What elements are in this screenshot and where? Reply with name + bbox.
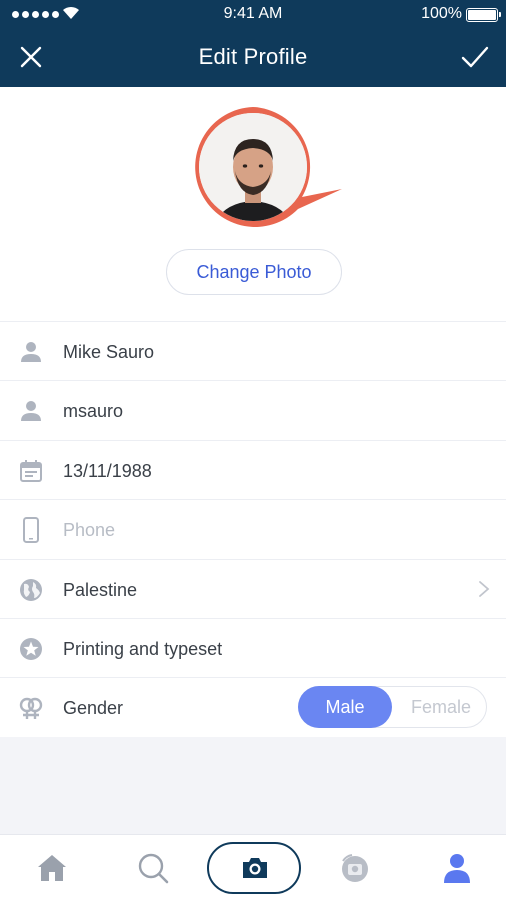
interest-value: Printing and typeset xyxy=(63,638,223,659)
camera-tab[interactable] xyxy=(207,842,301,894)
change-photo-button[interactable]: Change Photo xyxy=(166,249,342,295)
gender-field: Gender Male Female xyxy=(0,677,506,736)
gender-icon xyxy=(19,698,43,720)
search-icon[interactable] xyxy=(136,851,170,885)
camera-rotate-icon[interactable] xyxy=(338,851,372,885)
header: 9:41 AM 100% Edit Profile xyxy=(0,0,506,87)
page-title: Edit Profile xyxy=(198,44,308,69)
globe-icon xyxy=(20,578,42,601)
gender-toggle: Male Female xyxy=(298,686,488,729)
home-icon[interactable] xyxy=(35,851,69,885)
person-icon xyxy=(21,401,41,422)
chevron-right-icon xyxy=(479,580,490,597)
name-field[interactable]: Mike Sauro xyxy=(0,321,506,380)
battery-percentage: 100% xyxy=(421,5,462,22)
name-value: Mike Sauro xyxy=(63,342,155,362)
photo-section: Change Photo xyxy=(0,87,506,321)
tab-bar xyxy=(0,834,506,900)
profile-fields: Mike Sauro msauro 13/11/1988 Phone Pales… xyxy=(0,321,506,737)
close-icon[interactable] xyxy=(14,40,48,74)
gender-label: Gender xyxy=(63,698,124,719)
phone-icon xyxy=(23,517,39,544)
phone-placeholder: Phone xyxy=(63,520,116,541)
gender-female-option[interactable]: Female xyxy=(394,686,488,728)
birthdate-field[interactable]: 13/11/1988 xyxy=(0,439,506,499)
username-field[interactable]: msauro xyxy=(0,380,506,439)
battery-icon xyxy=(466,8,501,22)
calendar-icon xyxy=(20,459,42,482)
phone-field[interactable]: Phone xyxy=(0,499,506,558)
camera-icon xyxy=(243,858,267,878)
interest-field[interactable]: Printing and typeset xyxy=(0,617,506,677)
nav-bar: Edit Profile xyxy=(0,30,506,87)
star-icon xyxy=(20,637,42,660)
country-value: Palestine xyxy=(63,579,138,600)
person-icon xyxy=(21,342,41,362)
status-bar: 9:41 AM 100% xyxy=(0,0,506,30)
username-value: msauro xyxy=(63,401,124,422)
birthdate-value: 13/11/1988 xyxy=(63,460,152,481)
gender-male-option[interactable]: Male xyxy=(298,686,392,729)
profile-icon[interactable] xyxy=(440,851,474,885)
checkmark-icon[interactable] xyxy=(458,40,492,74)
country-field[interactable]: Palestine xyxy=(0,558,506,618)
avatar[interactable] xyxy=(190,105,350,233)
